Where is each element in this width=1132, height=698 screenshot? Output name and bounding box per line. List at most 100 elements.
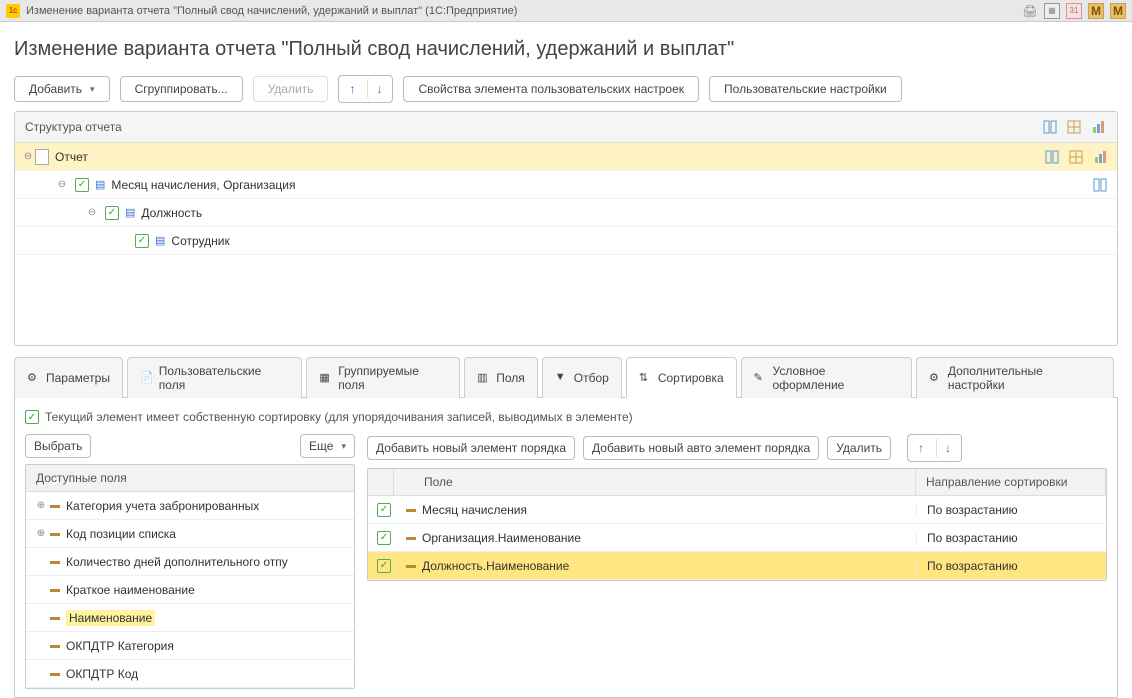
- sort-icon: ⇅: [639, 371, 653, 385]
- print-icon[interactable]: 🖨: [1022, 3, 1038, 19]
- checkbox[interactable]: ✓: [105, 206, 119, 220]
- grouping-icon: ▤: [155, 234, 165, 247]
- tab-sort[interactable]: ⇅Сортировка: [626, 357, 737, 398]
- tree-row[interactable]: ⊖ ✓ ▤ Должность: [15, 199, 1117, 227]
- chart-icon[interactable]: [1091, 148, 1109, 166]
- m-icon-2[interactable]: M: [1110, 3, 1126, 19]
- group-button[interactable]: Сгруппировать...: [120, 76, 243, 102]
- checkbox[interactable]: ✓: [75, 178, 89, 192]
- field-icon: ▬: [406, 560, 416, 571]
- tab-filter[interactable]: ▼Отбор: [542, 357, 622, 398]
- expand-icon[interactable]: ⊕: [32, 528, 50, 539]
- available-fields-grid: Доступные поля ⊕▬Категория учета заброни…: [25, 464, 355, 689]
- own-sort-checkbox[interactable]: ✓: [25, 410, 39, 424]
- sort-grid-header: Поле Направление сортировки: [368, 469, 1106, 496]
- available-field-row[interactable]: ▬ОКПДТР Категория: [26, 632, 354, 660]
- field-icon: ▬: [50, 556, 66, 567]
- available-field-row[interactable]: ⊕▬Категория учета забронированных: [26, 492, 354, 520]
- available-field-row[interactable]: ▬Количество дней дополнительного отпу: [26, 548, 354, 576]
- tab-parameters[interactable]: ⚙Параметры: [14, 357, 123, 398]
- field-label: Наименование: [66, 611, 348, 625]
- sort-row-checkbox[interactable]: ✓: [377, 503, 391, 517]
- sort-header-field: Поле: [394, 469, 916, 495]
- settings-tabs: ⚙Параметры 📄Пользовательские поля ▦Групп…: [14, 356, 1118, 398]
- tab-user-fields[interactable]: 📄Пользовательские поля: [127, 357, 302, 398]
- calendar-icon[interactable]: ▦: [1044, 3, 1060, 19]
- expand-icon[interactable]: ⊕: [32, 500, 50, 511]
- tree-label: Должность: [141, 206, 202, 220]
- add-button[interactable]: Добавить: [14, 76, 110, 102]
- arrow-up-icon: [349, 82, 355, 96]
- tab-group-fields[interactable]: ▦Группируемые поля: [306, 357, 460, 398]
- field-icon: ▬: [50, 640, 66, 651]
- grouping-icon: ▤: [125, 206, 135, 219]
- window-title: Изменение варианта отчета "Полный свод н…: [26, 5, 517, 17]
- sort-header-check: [368, 469, 394, 495]
- sort-info-row: ✓ Текущий элемент имеет собственную сорт…: [25, 406, 1107, 434]
- field-icon: ▬: [50, 612, 66, 623]
- sort-row[interactable]: ✓▬Должность.НаименованиеПо возрастанию: [368, 552, 1106, 580]
- sort-order-grid: Поле Направление сортировки ✓▬Месяц начи…: [367, 468, 1107, 581]
- sort-move-down-button[interactable]: [936, 437, 959, 459]
- columns-icon[interactable]: [1041, 118, 1059, 136]
- columns-icon[interactable]: [1091, 176, 1109, 194]
- table-icon[interactable]: [1067, 148, 1085, 166]
- sort-row[interactable]: ✓▬Организация.НаименованиеПо возрастанию: [368, 524, 1106, 552]
- tree-root-row[interactable]: ⊖ Отчет: [15, 143, 1117, 171]
- custom-props-button[interactable]: Свойства элемента пользовательских настр…: [403, 76, 699, 102]
- structure-header-label: Структура отчета: [25, 120, 122, 134]
- delete-sort-button[interactable]: Удалить: [827, 436, 891, 460]
- main-toolbar: Добавить Сгруппировать... Удалить Свойст…: [14, 75, 1118, 103]
- columns-icon[interactable]: [1043, 148, 1061, 166]
- sort-tab-content: ✓ Текущий элемент имеет собственную сорт…: [14, 398, 1118, 698]
- arrow-down-icon: [376, 82, 382, 96]
- add-sort-elem-button[interactable]: Добавить новый элемент порядка: [367, 436, 575, 460]
- sort-row-checkbox[interactable]: ✓: [377, 531, 391, 545]
- tab-fields[interactable]: ▥Поля: [464, 357, 538, 398]
- sort-info-text: Текущий элемент имеет собственную сортир…: [45, 410, 633, 424]
- sort-row[interactable]: ✓▬Месяц начисленияПо возрастанию: [368, 496, 1106, 524]
- field-label: ОКПДТР Категория: [66, 639, 348, 653]
- expand-icon[interactable]: ⊖: [55, 179, 69, 190]
- report-icon: [35, 149, 49, 165]
- sort-header-direction: Направление сортировки: [916, 469, 1106, 495]
- field-icon: ▬: [50, 528, 66, 539]
- tree-row[interactable]: ⊖ ✓ ▤ Сотрудник: [15, 227, 1117, 255]
- table-icon[interactable]: [1065, 118, 1083, 136]
- tree-label: Сотрудник: [171, 234, 229, 248]
- field-icon: ▬: [406, 532, 416, 543]
- user-settings-button[interactable]: Пользовательские настройки: [709, 76, 902, 102]
- grouping-icon: ▤: [95, 178, 105, 191]
- field-label: ОКПДТР Код: [66, 667, 348, 681]
- move-down-button[interactable]: [367, 78, 390, 100]
- page-title: Изменение варианта отчета "Полный свод н…: [14, 38, 1118, 61]
- tree-row[interactable]: ⊖ ✓ ▤ Месяц начисления, Организация: [15, 171, 1117, 199]
- checkbox[interactable]: ✓: [135, 234, 149, 248]
- more-button[interactable]: Еще: [300, 434, 355, 458]
- calendar-31-icon[interactable]: 31: [1066, 3, 1082, 19]
- structure-tree: ⊖ Отчет ⊖ ✓ ▤ Месяц начисления, Организа…: [15, 143, 1117, 255]
- sort-field-label: Месяц начисления: [422, 503, 527, 517]
- structure-header: Структура отчета: [15, 112, 1117, 143]
- field-icon: ▬: [50, 584, 66, 595]
- tab-extra[interactable]: ⚙Дополнительные настройки: [916, 357, 1114, 398]
- move-up-button[interactable]: [341, 78, 363, 100]
- add-auto-sort-elem-button[interactable]: Добавить новый авто элемент порядка: [583, 436, 819, 460]
- expand-icon[interactable]: ⊖: [21, 151, 35, 162]
- sort-row-checkbox[interactable]: ✓: [377, 559, 391, 573]
- available-field-row[interactable]: ▬ОКПДТР Код: [26, 660, 354, 688]
- sort-move-up-button[interactable]: [910, 437, 932, 459]
- available-field-row[interactable]: ▬Краткое наименование: [26, 576, 354, 604]
- available-fields-header: Доступные поля: [26, 465, 354, 492]
- field-label: Категория учета забронированных: [66, 499, 348, 513]
- available-field-row[interactable]: ▬Наименование: [26, 604, 354, 632]
- sliders-icon: ⚙: [27, 371, 41, 385]
- choose-button[interactable]: Выбрать: [25, 434, 91, 458]
- field-label: Код позиции списка: [66, 527, 348, 541]
- sort-field-label: Организация.Наименование: [422, 531, 581, 545]
- tab-cond-format[interactable]: ✎Условное оформление: [741, 357, 912, 398]
- expand-icon[interactable]: ⊖: [85, 207, 99, 218]
- m-icon-1[interactable]: M: [1088, 3, 1104, 19]
- available-field-row[interactable]: ⊕▬Код позиции списка: [26, 520, 354, 548]
- chart-icon[interactable]: [1089, 118, 1107, 136]
